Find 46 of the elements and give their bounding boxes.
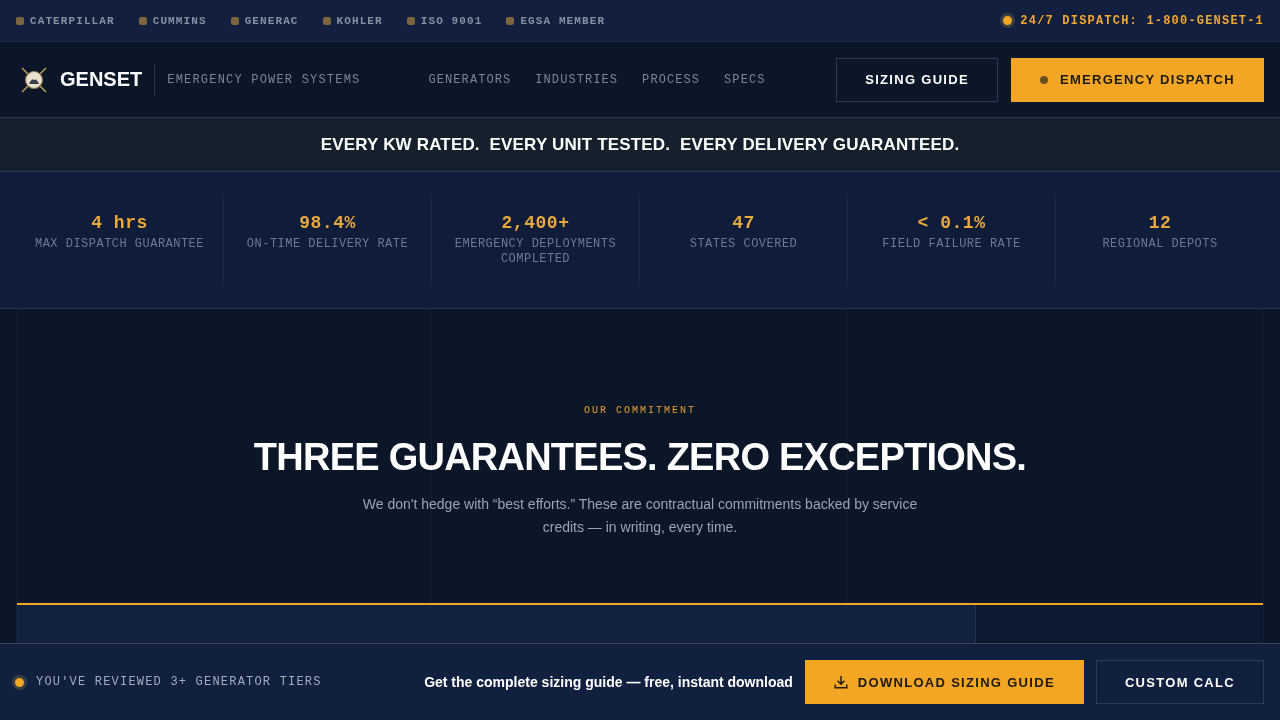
square-icon — [138, 16, 147, 25]
stat-label: MAX DISPATCH GUARANTEE — [35, 237, 204, 252]
status-dot-icon — [1000, 13, 1016, 28]
brand-name: GENSET — [60, 68, 143, 91]
partner-label: KOHLER — [336, 14, 383, 27]
dispatch-button[interactable]: EMERGENCY DISPATCH — [1010, 57, 1264, 102]
stat-label: REGIONAL DEPOTS — [1102, 237, 1218, 252]
stat-value: < 0.1% — [917, 212, 986, 234]
square-icon — [16, 16, 24, 25]
download-icon — [833, 675, 848, 689]
stat-value: 2,400+ — [501, 212, 570, 234]
square-icon — [322, 16, 331, 25]
outline-button[interactable]: CUSTOM CALC — [1095, 660, 1264, 704]
progress-note: YOU'VE REVIEWED 3+ GENERATOR TIERS — [36, 675, 322, 689]
square-icon — [406, 16, 415, 25]
partner-label: CATERPILLAR — [30, 14, 115, 27]
banner-headline: EVERY KW RATED. EVERY UNIT TESTED. EVERY DELIVERY GUARANTEED. — [320, 134, 960, 155]
download-button[interactable]: DOWNLOAD SIZING GUIDE — [804, 660, 1084, 704]
status-dot-icon — [12, 674, 27, 690]
dot-icon — [1039, 75, 1048, 84]
stat-label: ON-TIME DELIVERY RATE — [246, 237, 409, 252]
cta-prompt: Get the complete sizing guide — free, instant download — [424, 674, 793, 690]
outline-button[interactable]: SIZING GUIDE — [836, 57, 998, 102]
nav-link[interactable]: INDUSTRIES — [535, 72, 619, 87]
stat-value: 47 — [732, 212, 755, 234]
stat-value: 4 hrs — [91, 212, 148, 234]
stat-label: EMERGENCY DEPLOYMENTS COMPLETED — [453, 237, 618, 267]
partner-label: ISO 9001 — [420, 14, 483, 27]
section-intro: We don't hedge with “best efforts.” These are contractual commitments backed by service credits — in writing, every time. — [361, 495, 919, 537]
stat-label: STATES COVERED — [689, 237, 798, 252]
nav-link[interactable]: SPECS — [724, 72, 766, 87]
section-heading: THREE GUARANTEES. ZERO EXCEPTIONS. — [253, 435, 1027, 480]
stat-label: FIELD FAILURE RATE — [882, 237, 1021, 252]
partner-label: EGSA MEMBER — [520, 14, 606, 27]
square-icon — [506, 16, 515, 25]
nav-link[interactable]: GENERATORS — [428, 72, 512, 87]
brand-tagline: EMERGENCY POWER SYSTEMS — [167, 72, 361, 87]
stat-value: 98.4% — [299, 212, 356, 234]
emblem-icon — [20, 65, 48, 94]
nav-link[interactable]: PROCESS — [642, 72, 701, 87]
partner-label: CUMMINS — [152, 14, 207, 27]
section-eyebrow: OUR COMMITMENT — [584, 404, 696, 418]
dispatch-phone-link[interactable]: 24/7 DISPATCH: 1-800-GENSET-1 — [1020, 13, 1264, 28]
square-icon — [230, 16, 239, 25]
stat-value: 12 — [1148, 212, 1172, 234]
partner-label: GENERAC — [244, 14, 299, 27]
